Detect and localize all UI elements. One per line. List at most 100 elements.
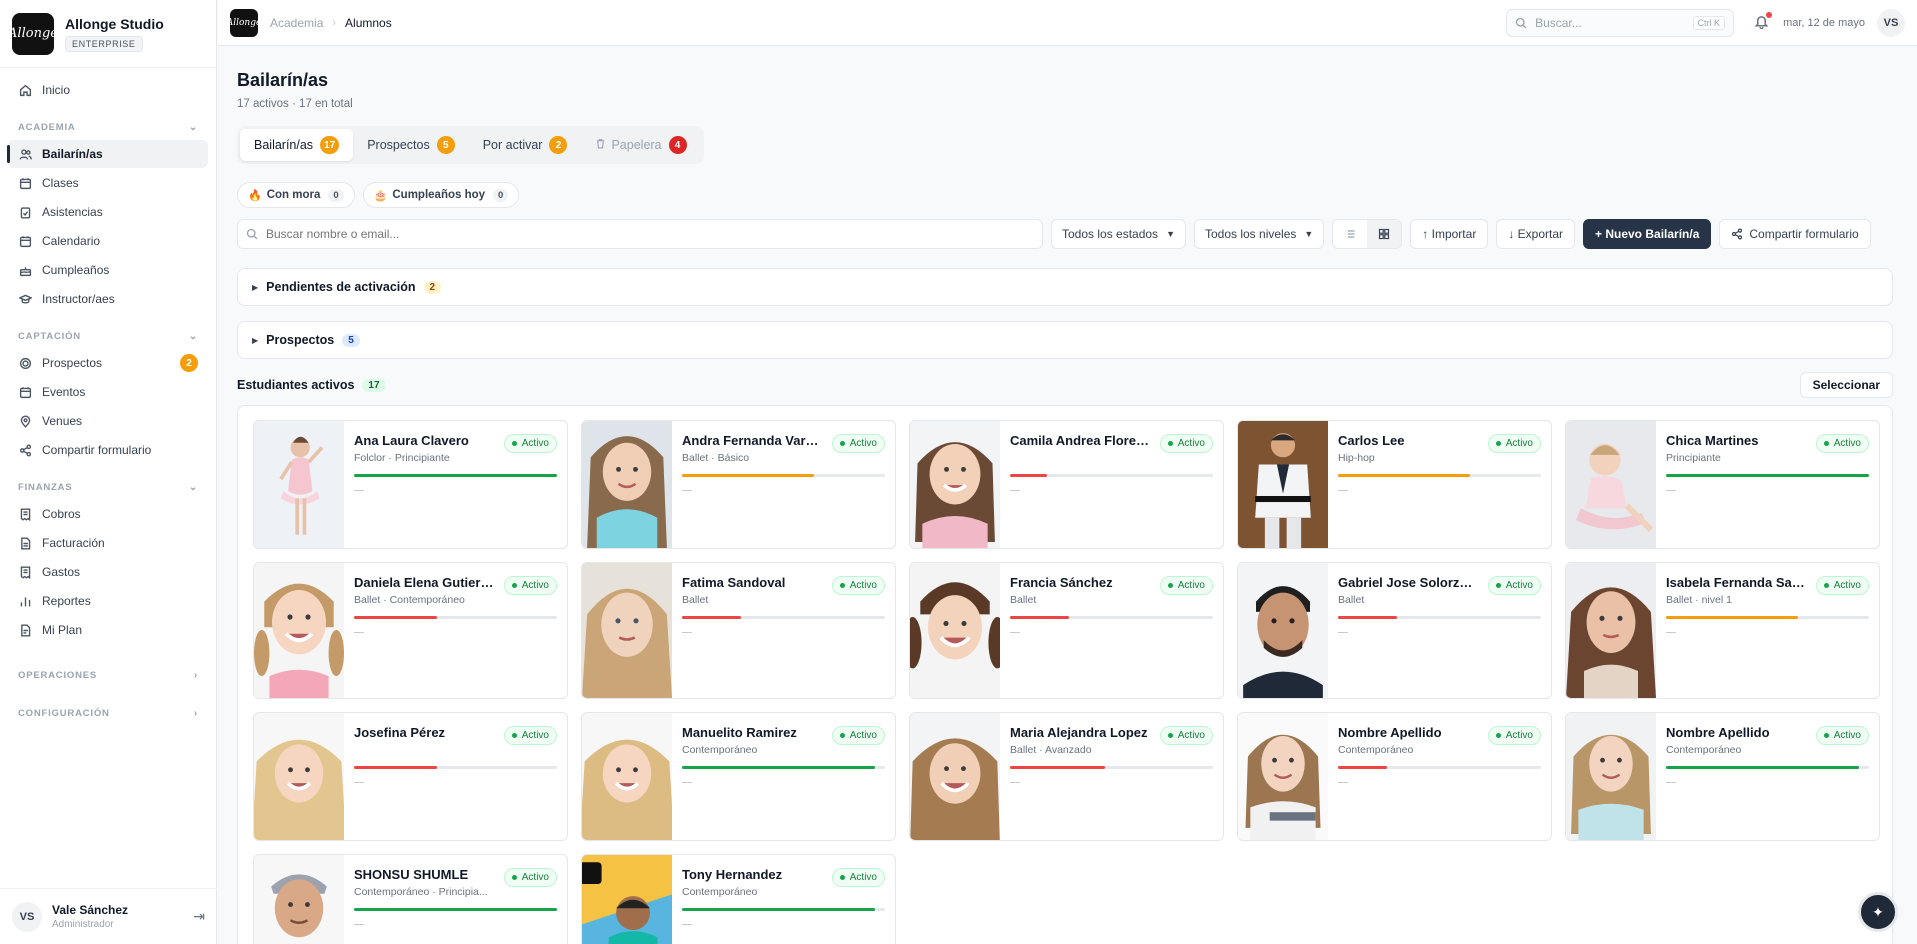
student-card[interactable]: Isabela Fernanda San... Ballet · nivel 1 A… <box>1565 562 1880 699</box>
chip-cumpleanos-hoy[interactable]: 🎂 Cumpleaños hoy 0 <box>362 182 520 208</box>
tab-papelera[interactable]: Papelera 4 <box>581 129 700 161</box>
section-captacion-label: CAPTACIÓN <box>18 330 81 342</box>
status-badge: Activo <box>1159 726 1213 745</box>
level-filter-value: Todos los niveles <box>1204 227 1297 241</box>
pending-activation-collapsible[interactable]: ▶ Pendientes de activación 2 <box>237 268 1893 306</box>
student-card[interactable]: Maria Alejandra Lopez Ballet · Avanzado Ac… <box>909 712 1224 841</box>
progress-bar-fill <box>1338 474 1470 477</box>
sidebar-item-cumpleanos[interactable]: Cumpleaños <box>8 256 208 284</box>
status-badge: Activo <box>503 576 557 595</box>
chip-con-mora[interactable]: 🔥 Con mora 0 <box>237 182 355 208</box>
select-button[interactable]: Seleccionar <box>1799 372 1893 398</box>
student-card[interactable]: Francia Sánchez Ballet Activo <box>909 562 1224 699</box>
student-card[interactable]: Andra Fernanda Varg... Ballet · Básico Act… <box>581 420 896 549</box>
sidebar-item-label: Inicio <box>42 83 71 97</box>
logout-icon[interactable]: ⇥ <box>193 908 205 925</box>
status-dot <box>839 583 845 588</box>
divider <box>1338 490 1348 491</box>
progress-bar-fill <box>1010 766 1106 769</box>
tab-prospectos[interactable]: Prospectos 5 <box>353 129 469 161</box>
student-card[interactable]: HERNÁNDEZ Tony Hernandez Contemporáneo Acti… <box>581 854 896 944</box>
sidebar-item-compartir-formulario[interactable]: Compartir formulario <box>8 436 208 464</box>
sidebar-item-mi-plan[interactable]: Mi Plan <box>8 616 208 644</box>
notifications-bell-icon[interactable] <box>1754 11 1773 32</box>
section-operaciones[interactable]: OPERACIONES › <box>8 662 208 688</box>
student-card[interactable]: Nombre Apellido Contemporáneo Activo <box>1565 712 1880 841</box>
student-meta: Ballet <box>1010 594 1037 606</box>
share-icon <box>1732 228 1743 240</box>
student-photo <box>254 563 344 698</box>
global-search-input[interactable]: Buscar... Ctrl K <box>1506 8 1735 37</box>
level-filter-select[interactable]: Todos los niveles ▼ <box>1193 219 1325 249</box>
student-card[interactable]: Nombre Apellido Contemporáneo Activo <box>1237 712 1552 841</box>
status-badge: Activo <box>831 434 885 453</box>
import-button[interactable]: ↑ Importar <box>1410 219 1489 249</box>
notification-dot <box>1766 11 1773 18</box>
progress-bar <box>1338 616 1541 619</box>
sidebar-item-clases[interactable]: Clases <box>8 169 208 197</box>
status-dot <box>1495 583 1501 588</box>
sidebar-item-cobros[interactable]: Cobros <box>8 500 208 528</box>
user-avatar[interactable]: VS <box>1877 8 1905 37</box>
student-card[interactable]: Gabriel Jose Solorzano Ballet Activo <box>1237 562 1552 699</box>
sidebar-item-venues[interactable]: Venues <box>8 407 208 435</box>
tab-por-activar[interactable]: Por activar 2 <box>469 129 582 161</box>
student-card[interactable]: Daniela Elena Gutierr... Ballet · Contemp… <box>253 562 568 699</box>
pending-activation-label: Pendientes de activación <box>266 280 416 294</box>
student-card[interactable]: Camila Andrea Flores... Activo <box>909 420 1224 549</box>
sidebar-item-asistencias[interactable]: Asistencias <box>8 198 208 226</box>
breadcrumb-parent[interactable]: Academia <box>270 16 323 30</box>
student-search[interactable] <box>237 219 1043 249</box>
assistant-fab-button[interactable]: ✦ <box>1858 892 1898 932</box>
progress-bar-fill <box>1666 616 1798 619</box>
section-configuracion[interactable]: CONFIGURACIÓN › <box>8 700 208 726</box>
student-name: Tony Hernandez <box>682 867 783 882</box>
sidebar-item-calendario[interactable]: Calendario <box>8 227 208 255</box>
status-filter-select[interactable]: Todos los estados ▼ <box>1051 219 1186 249</box>
student-card[interactable]: Manuelito Ramirez Contemporáneo Activo <box>581 712 896 841</box>
section-captacion[interactable]: CAPTACIÓN ⌄ <box>8 323 208 349</box>
sidebar-item-bailarines[interactable]: Bailarín/as <box>7 140 208 168</box>
divider <box>682 924 692 925</box>
status-badge: Activo <box>503 434 557 453</box>
student-card[interactable]: Fatima Sandoval Ballet Activo <box>581 562 896 699</box>
top-logo[interactable]: Allonge <box>227 8 261 37</box>
student-card[interactable]: Josefina Pérez Activo <box>253 712 568 841</box>
export-button[interactable]: ↓ Exportar <box>1496 219 1575 249</box>
student-photo <box>910 563 1000 698</box>
student-card[interactable]: Chica Martines Principiante Activo <box>1565 420 1880 549</box>
brand[interactable]: Allonge Allonge Studio ENTERPRISE <box>0 0 216 68</box>
sidebar-item-gastos[interactable]: Gastos <box>8 558 208 586</box>
section-finanzas[interactable]: FINANZAS ⌄ <box>8 474 208 500</box>
brand-logo: Allonge <box>8 12 58 55</box>
student-card[interactable]: SHONSU SHUMLE Contemporáneo · Principia..… <box>253 854 568 944</box>
sidebar-item-eventos[interactable]: Eventos <box>8 378 208 406</box>
status-badge: Activo <box>831 726 885 745</box>
list-view-button[interactable] <box>1333 220 1367 248</box>
chip-count: 0 <box>328 188 344 202</box>
sidebar-item-facturacion[interactable]: Facturación <box>8 529 208 557</box>
user-profile[interactable]: VS Vale Sánchez Administrador ⇥ <box>0 888 217 944</box>
global-search-placeholder: Buscar... <box>1535 15 1582 30</box>
status-dot <box>1495 733 1501 738</box>
progress-bar-fill <box>354 616 438 619</box>
section-finanzas-label: FINANZAS <box>18 481 73 493</box>
fire-icon: 🔥 <box>248 189 262 202</box>
prospects-collapsible[interactable]: ▶ Prospectos 5 <box>237 321 1893 359</box>
sidebar-item-inicio[interactable]: Inicio <box>8 76 208 104</box>
prospects-count-badge: 5 <box>342 333 360 347</box>
section-academia[interactable]: ACADEMIA ⌄ <box>8 114 208 140</box>
sidebar-item-label: Cumpleaños <box>42 263 110 277</box>
student-search-input[interactable] <box>266 227 1026 241</box>
share-form-button[interactable]: Compartir formulario <box>1719 219 1871 249</box>
student-card[interactable]: Ana Laura Clavero Folclor · Principiante A… <box>253 420 568 549</box>
sidebar-item-reportes[interactable]: Reportes <box>8 587 208 615</box>
sidebar-item-prospectos[interactable]: Prospectos 2 <box>8 349 208 377</box>
sidebar-item-instructores[interactable]: Instructor/aes <box>8 285 208 313</box>
student-card[interactable]: Carlos Lee Hip-hop Activo <box>1237 420 1552 549</box>
tab-bailarines[interactable]: Bailarín/as 17 <box>240 129 354 161</box>
grid-view-button[interactable] <box>1367 220 1402 248</box>
progress-bar-fill <box>354 766 438 769</box>
divider <box>1666 782 1676 783</box>
new-student-button[interactable]: + Nuevo Bailarín/a <box>1583 219 1712 249</box>
